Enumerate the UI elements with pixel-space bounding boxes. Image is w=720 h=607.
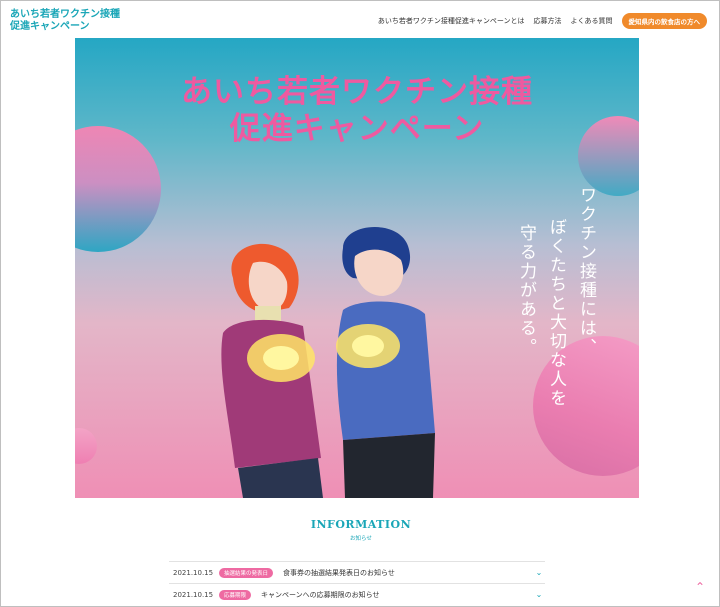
- logo-line-1: あいち若者ワクチン接種: [10, 9, 120, 20]
- tagline-column-2: ぼくたちと大切な人を: [546, 218, 566, 408]
- chevron-down-icon[interactable]: ⌄: [533, 568, 545, 577]
- nav-link-faq[interactable]: よくある質問: [571, 16, 613, 26]
- tagline-column-3: 守る力がある。: [516, 224, 536, 357]
- news-date: 2021.10.15: [173, 590, 214, 599]
- tagline-column-1: ワクチン接種には、: [576, 186, 596, 357]
- site-logo[interactable]: あいち若者ワクチン接種 促進キャンペーン: [10, 9, 120, 33]
- decor-orb-left-bottom: [75, 428, 97, 464]
- news-list: 2021.10.15 抽選結果の発表日 食事券の抽選結果発表日のお知らせ ⌄ 2…: [169, 561, 545, 605]
- nav-link-apply[interactable]: 応募方法: [534, 16, 562, 26]
- hero-illustration: [221, 227, 435, 498]
- chevron-up-icon[interactable]: ⌃: [694, 581, 706, 593]
- chevron-down-icon[interactable]: ⌄: [533, 590, 545, 599]
- news-category-badge: 応募期限: [219, 589, 252, 600]
- restaurant-cta-button[interactable]: 愛知県内の飲食店の方へ: [621, 13, 707, 29]
- main-nav: あいち若者ワクチン接種促進キャンペーンとは 応募方法 よくある質問 愛知県内の飲…: [378, 13, 707, 29]
- page-frame: あいち若者ワクチン接種 促進キャンペーン あいち若者ワクチン接種促進キャンペーン…: [0, 0, 720, 607]
- news-item[interactable]: 2021.10.15 抽選結果の発表日 食事券の抽選結果発表日のお知らせ ⌄: [169, 561, 545, 583]
- girl-figure: [221, 243, 323, 498]
- news-category-badge: 抽選結果の発表日: [219, 567, 274, 578]
- boy-figure: [336, 227, 435, 498]
- hero-banner: あいち若者ワクチン接種 促進キャンペーン ワクチン接種には、 ぼくたちと大切な人…: [75, 38, 639, 498]
- information-subheading: お知らせ: [350, 536, 372, 542]
- hero-title: あいち若者ワクチン接種 促進キャンペーン: [75, 74, 639, 148]
- news-title: 食事券の抽選結果発表日のお知らせ: [283, 568, 395, 577]
- hero-title-line-1: あいち若者ワクチン接種: [181, 74, 533, 110]
- news-title: キャンペーンへの応募期限のお知らせ: [261, 590, 380, 599]
- hero-title-line-2: 促進キャンペーン: [229, 111, 485, 147]
- news-date: 2021.10.15: [173, 568, 214, 577]
- hero-tagline: ワクチン接種には、 ぼくたちと大切な人を 守る力がある。: [507, 186, 597, 408]
- information-heading: INFORMATION: [310, 518, 412, 531]
- news-item[interactable]: 2021.10.15 応募期限 キャンペーンへの応募期限のお知らせ ⌄: [169, 583, 545, 605]
- logo-line-2: 促進キャンペーン: [10, 21, 90, 32]
- nav-link-about[interactable]: あいち若者ワクチン接種促進キャンペーンとは: [378, 16, 525, 26]
